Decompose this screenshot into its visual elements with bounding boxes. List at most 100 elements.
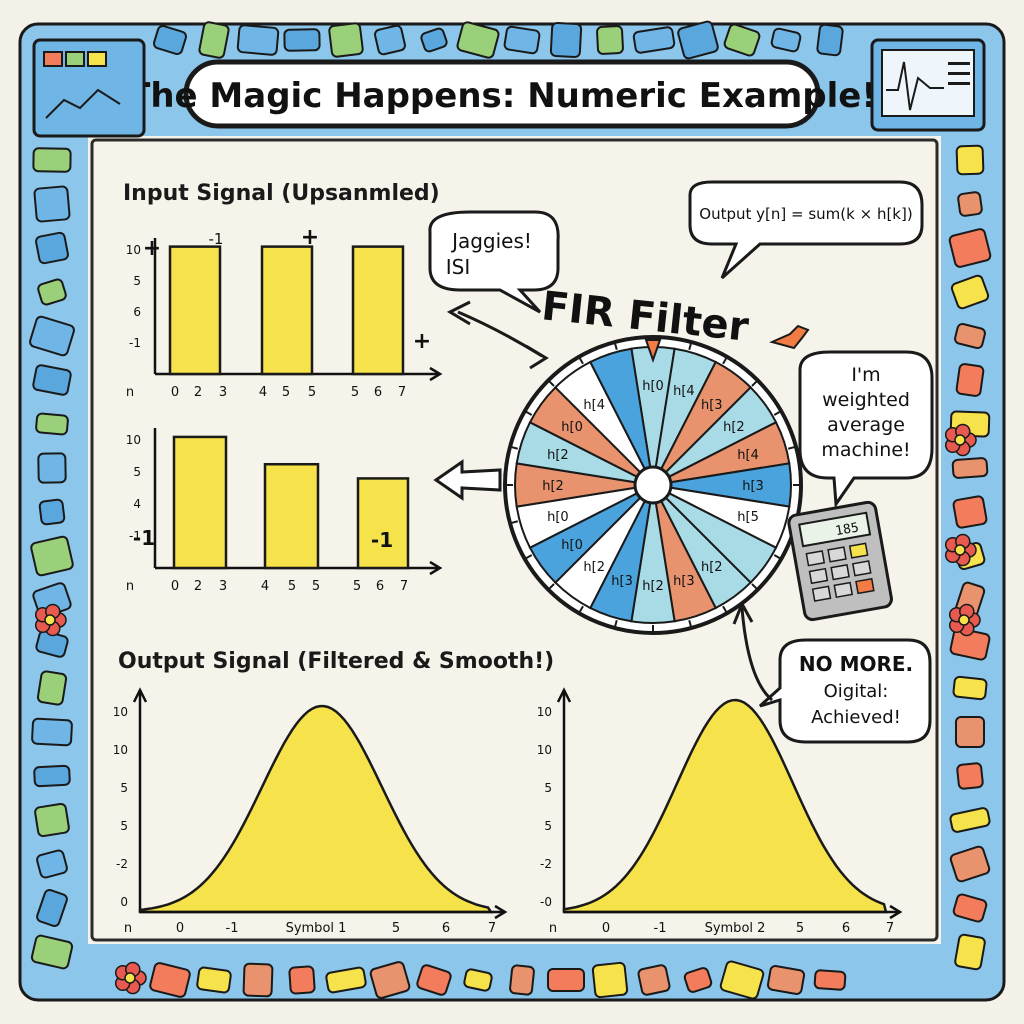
y-tick-label: -2 <box>116 857 128 871</box>
wheel-segment-label: h[2 <box>583 560 605 575</box>
x-tick-label: 5 <box>351 385 359 400</box>
frame-doodle <box>549 22 583 58</box>
x-tick-label: 6 <box>376 579 384 594</box>
bar <box>168 245 222 376</box>
frame-doodle <box>236 24 280 56</box>
frame-doodle <box>198 21 230 59</box>
x-tick-label: 5 <box>288 579 296 594</box>
x-tick-label: 0 <box>171 579 179 594</box>
wheel-segment-label: h[3 <box>742 479 764 494</box>
wheel-segment-label: h[0 <box>547 510 569 525</box>
x-tick-label: 7 <box>400 579 408 594</box>
x-tick-label: 5 <box>392 921 400 936</box>
weighted-line-1: I'm <box>851 364 880 386</box>
frame-doodle <box>955 144 985 176</box>
frame-doodle <box>288 965 316 995</box>
x-tick-label: 5 <box>312 579 320 594</box>
jaggies-text: Jaggies! <box>450 229 532 253</box>
x-tick-label: Symbol 1 <box>286 921 347 936</box>
weighted-line-2: weighted <box>822 389 910 411</box>
x-tick-label: 7 <box>886 921 894 936</box>
bar <box>356 477 410 570</box>
monitor-icon <box>870 38 986 132</box>
infographic-canvas: The Magic Happens: Numeric Example! Inpu… <box>18 20 1006 1002</box>
y-tick-label: 10 <box>537 743 552 757</box>
y-tick-label: 5 <box>544 781 552 795</box>
y-tick-label: 5 <box>120 781 128 795</box>
x-tick-label: Symbol 2 <box>705 921 766 936</box>
wheel-segment-label: h[0 <box>561 420 583 435</box>
page-title: The Magic Happens: Numeric Example! <box>127 76 877 116</box>
bar <box>263 462 320 570</box>
frame-doodle <box>35 412 69 436</box>
frame-doodle <box>596 25 624 55</box>
frame-doodle <box>37 452 67 484</box>
x-tick-label: 5 <box>353 579 361 594</box>
frame-doodle <box>956 762 984 790</box>
x-tick-label: 3 <box>219 579 227 594</box>
x-tick-label: -1 <box>226 921 239 936</box>
x-tick-label: 5 <box>796 921 804 936</box>
no-more-line-1: NO MORE. <box>799 652 913 676</box>
y-tick-label: 5 <box>133 274 141 288</box>
wheel-hub <box>633 465 673 505</box>
y-tick-label: 5 <box>133 465 141 479</box>
no-more-line-2: Oigital: <box>824 681 889 702</box>
y-tick-label: -1 <box>129 336 141 350</box>
wheel-segment-label: h[0 <box>642 379 664 394</box>
frame-doodle <box>954 933 986 971</box>
frame-doodle <box>813 969 847 991</box>
frame-doodle <box>36 670 68 706</box>
wheel-segment-label: h[3 <box>673 574 695 589</box>
frame-doodle <box>547 968 585 992</box>
annotation-plus: + <box>143 236 161 261</box>
y-tick-label: 6 <box>133 305 141 319</box>
frame-doodle <box>952 495 988 529</box>
y-tick-label: 10 <box>126 433 141 447</box>
frame-doodle <box>283 28 321 52</box>
frame-doodle <box>32 364 72 396</box>
x-tick-label: 2 <box>194 579 202 594</box>
wheel-segment-label: h[3 <box>701 398 723 413</box>
y-tick-label: -0 <box>540 895 552 909</box>
x-tick-label: 7 <box>398 385 406 400</box>
frame-doodle <box>509 964 535 996</box>
wheel-segment-label: h[2 <box>547 448 569 463</box>
frame-doodle <box>955 716 985 748</box>
x-tick-label: n <box>126 579 134 594</box>
x-tick-label: 7 <box>488 921 496 936</box>
bar <box>172 435 228 570</box>
frame-doodle <box>328 22 364 58</box>
y-tick-label: 10 <box>537 705 552 719</box>
output-signal-heading: Output Signal (Filtered & Smooth!) <box>118 649 554 674</box>
x-tick-label: n <box>549 921 557 936</box>
frame-doodle <box>31 717 73 747</box>
frame-doodle <box>951 457 989 479</box>
input-bar-chart-1: 1056-1n 0 2 3 4 5 5 5 6 7+ -1 ++ <box>126 225 443 400</box>
x-tick-label: 4 <box>259 385 267 400</box>
x-tick-label: 3 <box>219 385 227 400</box>
y-tick-label: 10 <box>113 743 128 757</box>
frame-doodle <box>35 231 69 265</box>
x-tick-label: n <box>124 921 132 936</box>
frame-doodle <box>374 24 406 56</box>
frame-doodle <box>30 535 74 577</box>
wheel-segment-label: h[4 <box>583 398 605 413</box>
wheel-segment-label: h[4 <box>673 384 695 399</box>
annotation-minus-one: -1 <box>371 528 393 552</box>
x-tick-label: n <box>126 385 134 400</box>
dashboard-icon <box>32 38 146 138</box>
annotation-plus: + <box>413 329 431 354</box>
frame-doodle <box>196 966 232 994</box>
x-tick-label: 0 <box>602 921 610 936</box>
bar <box>351 245 405 376</box>
bar <box>260 245 314 376</box>
x-tick-label: 5 <box>308 385 316 400</box>
frame-doodle <box>637 964 671 996</box>
frame-doodle <box>952 675 988 701</box>
wheel-segment-label: h[5 <box>737 510 759 525</box>
no-more-line-3: Achieved! <box>811 707 901 728</box>
x-tick-label: 6 <box>374 385 382 400</box>
wheel-segment-label: h[2 <box>542 479 564 494</box>
calculator-icon: 185 <box>787 500 893 622</box>
